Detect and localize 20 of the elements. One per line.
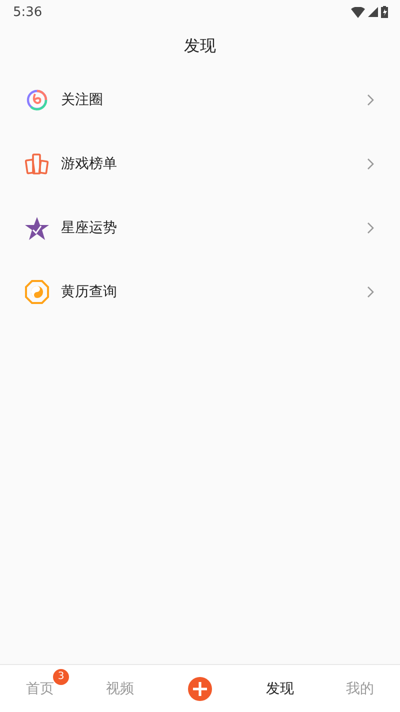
- ring-icon: [26, 89, 48, 111]
- cards-icon: [25, 153, 49, 175]
- chevron-icon: [367, 222, 374, 234]
- chevron-icon: [367, 94, 374, 106]
- chevron-icon: [367, 286, 374, 298]
- menu-item[interactable]: 星座运势: [0, 196, 400, 260]
- wifi-icon: [351, 6, 365, 18]
- add-button[interactable]: [188, 676, 212, 700]
- menu-item[interactable]: 关注圈: [0, 68, 400, 132]
- star-icon: [25, 216, 49, 240]
- chevron-icon: [367, 158, 374, 170]
- almanac-icon: [25, 280, 49, 304]
- menu-item[interactable]: 游戏榜单: [0, 132, 400, 196]
- badge: 3: [53, 668, 69, 684]
- signal-icon: [368, 7, 378, 17]
- nav-tab[interactable]: 发现: [266, 680, 294, 698]
- battery-icon: [381, 6, 388, 18]
- page-title: 发现: [184, 36, 216, 56]
- status-time: 5:36: [13, 4, 42, 20]
- menu-item[interactable]: 黄历查询: [0, 260, 400, 324]
